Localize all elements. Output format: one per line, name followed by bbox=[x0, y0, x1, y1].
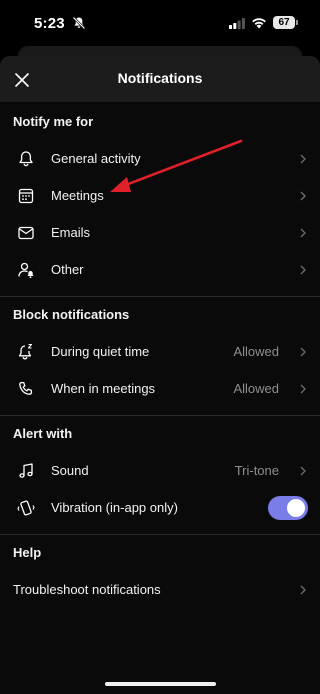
phone-icon bbox=[19, 381, 33, 395]
chevron-right-icon bbox=[300, 228, 306, 238]
row-meetings[interactable]: Meetings bbox=[0, 177, 320, 214]
section-title-notify: Notify me for bbox=[13, 114, 94, 129]
row-label: Emails bbox=[51, 225, 91, 240]
row-label: Troubleshoot notifications bbox=[13, 582, 161, 597]
notifications-sheet: Notifications Notify me for General acti… bbox=[0, 56, 320, 694]
bell-icon bbox=[19, 151, 33, 167]
section-title-help: Help bbox=[13, 545, 42, 560]
mail-icon bbox=[18, 226, 34, 240]
toggle-knob bbox=[287, 499, 305, 517]
status-time: 5:23 bbox=[34, 15, 65, 32]
row-quiet-time[interactable]: During quiet time Allowed bbox=[0, 333, 320, 370]
quiet-bell-icon bbox=[18, 343, 33, 360]
chevron-right-icon bbox=[300, 347, 306, 357]
chevron-right-icon bbox=[300, 384, 306, 394]
row-label: Meetings bbox=[51, 188, 104, 203]
row-troubleshoot[interactable]: Troubleshoot notifications bbox=[0, 571, 320, 608]
row-label: When in meetings bbox=[51, 381, 156, 396]
status-bar: 5:23 67 bbox=[0, 0, 320, 48]
calendar-icon bbox=[18, 188, 34, 204]
music-note-icon bbox=[19, 463, 33, 478]
home-indicator[interactable] bbox=[105, 682, 216, 686]
section-divider bbox=[0, 534, 320, 535]
row-label: Sound bbox=[51, 463, 89, 478]
row-label: Vibration (in-app only) bbox=[51, 500, 178, 515]
row-label: Other bbox=[51, 262, 84, 277]
section-title-alert: Alert with bbox=[13, 426, 73, 441]
settings-list: Notify me for General activity Meetings bbox=[0, 102, 320, 694]
section-divider bbox=[0, 415, 320, 416]
wifi-icon bbox=[252, 18, 266, 29]
vibration-toggle[interactable] bbox=[268, 496, 308, 520]
section-title-block: Block notifications bbox=[13, 307, 130, 322]
row-emails[interactable]: Emails bbox=[0, 214, 320, 251]
chevron-right-icon bbox=[300, 191, 306, 201]
section-divider bbox=[0, 296, 320, 297]
vibration-icon bbox=[17, 500, 35, 516]
row-value: Allowed bbox=[233, 381, 279, 396]
battery-indicator: 67 bbox=[273, 16, 298, 29]
header: Notifications bbox=[0, 56, 320, 102]
row-value: Tri-tone bbox=[234, 463, 279, 478]
row-in-meetings[interactable]: When in meetings Allowed bbox=[0, 370, 320, 407]
row-vibration: Vibration (in-app only) bbox=[0, 489, 320, 526]
chevron-right-icon bbox=[300, 585, 306, 595]
chevron-right-icon bbox=[300, 154, 306, 164]
bell-slash-icon bbox=[72, 16, 86, 30]
person-bell-icon bbox=[18, 262, 34, 279]
row-value: Allowed bbox=[233, 344, 279, 359]
row-other[interactable]: Other bbox=[0, 251, 320, 288]
row-sound[interactable]: Sound Tri-tone bbox=[0, 452, 320, 489]
signal-icon bbox=[229, 18, 245, 29]
page-title: Notifications bbox=[117, 70, 203, 86]
row-label: During quiet time bbox=[51, 344, 150, 359]
row-general-activity[interactable]: General activity bbox=[0, 140, 320, 177]
chevron-right-icon bbox=[300, 466, 306, 476]
row-label: General activity bbox=[51, 151, 141, 166]
chevron-right-icon bbox=[300, 265, 306, 275]
